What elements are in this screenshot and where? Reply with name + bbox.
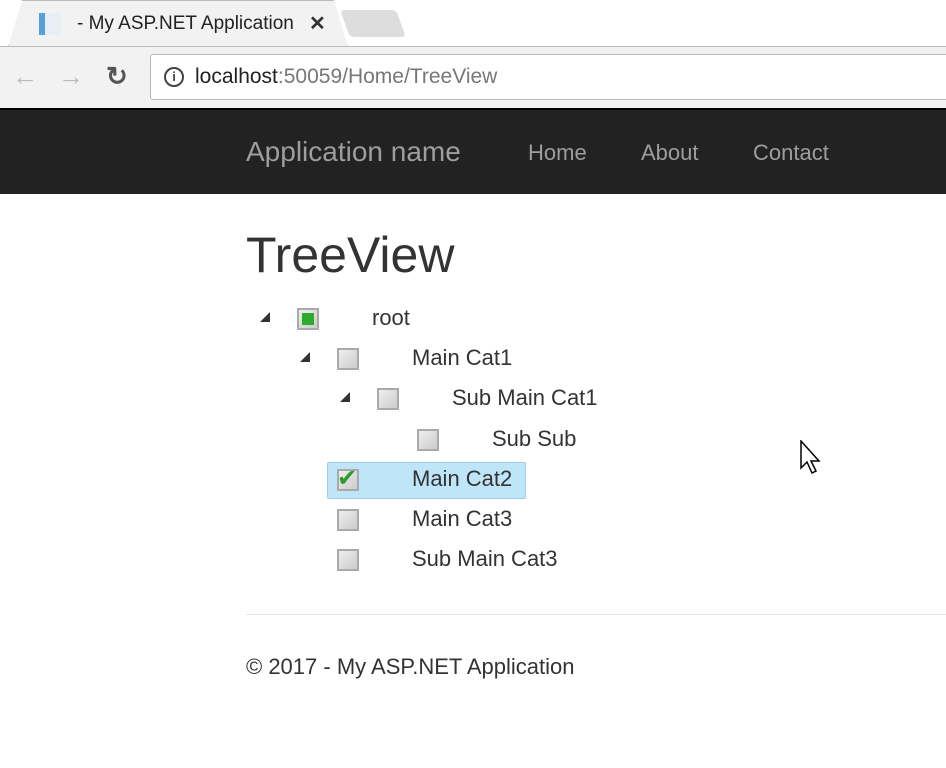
nav-about[interactable]: About: [641, 140, 699, 166]
browser-tab[interactable]: - My ASP.NET Application ✕: [8, 0, 348, 47]
tree-node[interactable]: Sub Main Cat1: [0, 381, 946, 417]
nav-home[interactable]: Home: [528, 140, 587, 166]
node-checkbox[interactable]: [337, 509, 359, 531]
node-checkbox[interactable]: [337, 464, 359, 493]
node-checkbox[interactable]: [337, 348, 359, 371]
page-icon: [39, 13, 61, 35]
page-title: TreeView: [246, 227, 455, 283]
new-tab-button[interactable]: [340, 10, 406, 37]
node-checkbox[interactable]: [417, 428, 439, 451]
url-path: :50059/Home/TreeView: [277, 65, 498, 88]
reload-icon[interactable]: ↻: [106, 61, 128, 92]
expand-arrow-icon[interactable]: [340, 392, 350, 403]
forward-icon[interactable]: →: [58, 61, 84, 92]
url-host: localhost: [195, 65, 278, 88]
node-label[interactable]: root: [372, 305, 410, 331]
tree-node[interactable]: root: [0, 301, 946, 337]
site-navbar: Application name Home About Contact: [0, 108, 946, 194]
node-label[interactable]: Main Cat3: [412, 506, 512, 532]
node-label[interactable]: Sub Main Cat1: [452, 385, 598, 411]
node-label[interactable]: Main Cat1: [412, 345, 512, 371]
brand-link[interactable]: Application name: [246, 136, 461, 168]
tree-node[interactable]: Main Cat1: [0, 341, 946, 377]
expand-arrow-icon[interactable]: [260, 312, 270, 322]
node-label[interactable]: Sub Main Cat3: [412, 546, 558, 572]
expand-arrow-icon[interactable]: [300, 352, 310, 363]
tab-title: - My ASP.NET Application: [77, 13, 294, 34]
browser-toolbar: ← → ↻ i localhost:50059/Home/TreeView: [0, 46, 946, 108]
nav-contact[interactable]: Contact: [753, 140, 829, 166]
node-label[interactable]: Sub Sub: [492, 426, 576, 452]
address-bar[interactable]: i localhost:50059/Home/TreeView: [150, 54, 946, 100]
close-icon[interactable]: ✕: [309, 11, 326, 36]
back-icon[interactable]: ←: [12, 61, 38, 92]
tree-node[interactable]: Main Cat3: [0, 502, 946, 538]
divider: [246, 614, 946, 615]
footer-text: © 2017 - My ASP.NET Application: [246, 654, 575, 679]
node-checkbox[interactable]: [377, 388, 399, 411]
tree-node[interactable]: Sub Main Cat3: [0, 542, 946, 578]
mouse-cursor-icon: [800, 440, 821, 475]
tab-strip: - My ASP.NET Application ✕: [0, 0, 946, 46]
node-label[interactable]: Main Cat2: [412, 466, 512, 492]
node-checkbox[interactable]: [337, 549, 359, 572]
node-checkbox[interactable]: [297, 308, 319, 330]
info-icon[interactable]: i: [164, 67, 184, 87]
